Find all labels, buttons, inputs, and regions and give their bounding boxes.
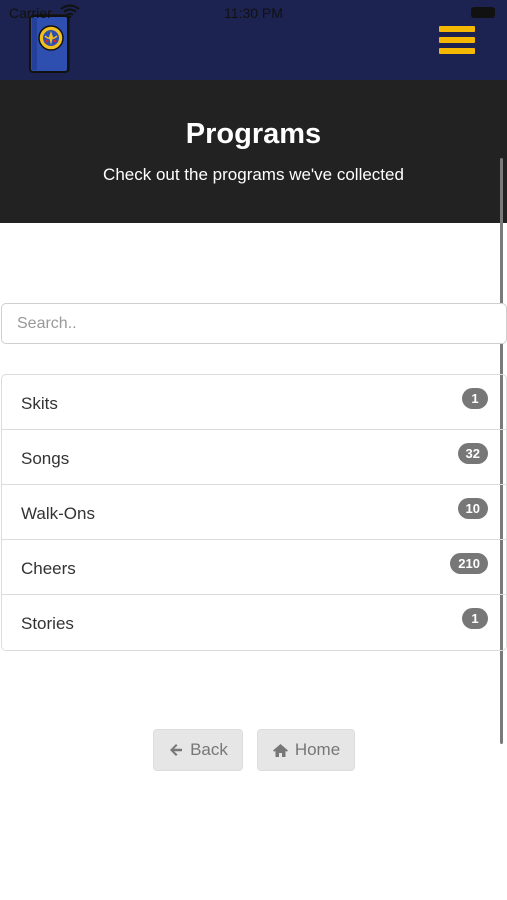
- page-title: Programs: [185, 118, 322, 150]
- list-item-skits[interactable]: Skits 1: [2, 375, 506, 430]
- count-badge: 210: [450, 553, 488, 574]
- list-item-label: Walk-Ons: [21, 504, 95, 523]
- program-list: Skits 1 Songs 32 Walk-Ons 10 Cheers 210 …: [1, 374, 507, 651]
- list-item-label: Songs: [21, 449, 70, 468]
- list-item-label: Skits: [21, 394, 58, 413]
- page-subtitle: Check out the programs we've collected: [103, 165, 404, 184]
- back-button-label: Back: [190, 740, 228, 759]
- battery-icon: [471, 7, 495, 18]
- hamburger-menu-icon[interactable]: [439, 26, 475, 60]
- status-bar: Carrier 11:30 PM: [0, 0, 507, 26]
- home-button-label: Home: [294, 740, 341, 759]
- list-item-songs[interactable]: Songs 32: [2, 430, 506, 485]
- status-time: 11:30 PM: [224, 5, 283, 21]
- list-item-walk-ons[interactable]: Walk-Ons 10: [2, 485, 506, 540]
- count-badge: 1: [462, 388, 488, 409]
- count-badge: 1: [462, 608, 488, 629]
- home-button[interactable]: Home: [257, 729, 355, 771]
- list-item-cheers[interactable]: Cheers 210: [2, 540, 506, 595]
- page-header: Programs Check out the programs we've co…: [0, 80, 507, 223]
- search-input[interactable]: [1, 303, 507, 344]
- count-badge: 10: [457, 498, 488, 519]
- arrow-left-icon: [170, 744, 183, 756]
- list-item-label: Stories: [21, 614, 74, 633]
- list-item-label: Cheers: [21, 559, 76, 578]
- count-badge: 32: [457, 443, 488, 464]
- back-button[interactable]: Back: [153, 729, 243, 771]
- list-item-stories[interactable]: Stories 1: [2, 595, 506, 650]
- home-icon: [272, 743, 288, 757]
